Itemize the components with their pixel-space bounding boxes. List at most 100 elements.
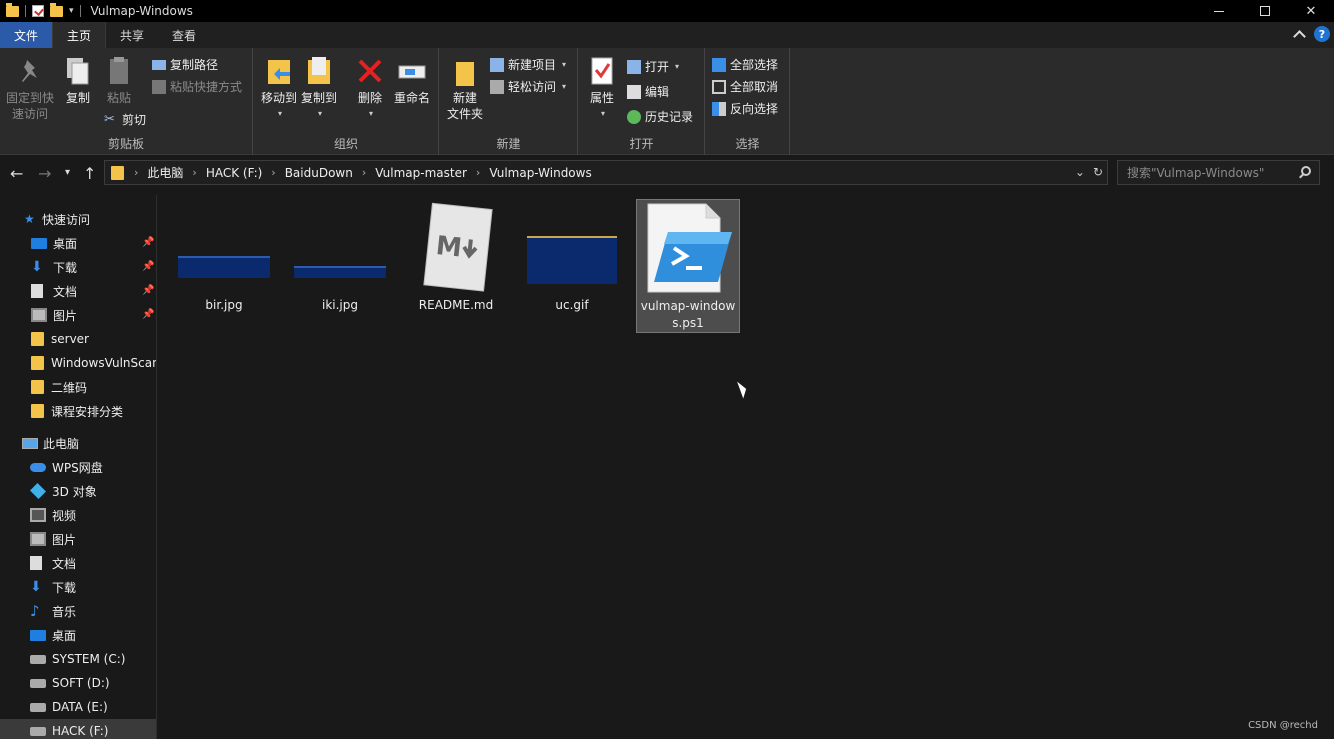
search-box[interactable]: 搜索"Vulmap-Windows" (1117, 160, 1320, 185)
chevron-right-icon[interactable]: › (476, 166, 480, 179)
close-button[interactable]: ✕ (1288, 0, 1334, 22)
copy-path-icon (152, 59, 166, 70)
sidebar-item-course[interactable]: 课程安排分类 (0, 399, 156, 423)
maximize-button[interactable] (1242, 0, 1288, 22)
open-button[interactable]: 打开 ▾ (627, 58, 679, 75)
move-to-button[interactable]: 移动到 ▾ (260, 54, 298, 122)
sidebar-item-desktop[interactable]: 桌面 📌 (0, 231, 156, 255)
sidebar-item-label: server (51, 332, 89, 346)
file-name: README.md (418, 298, 494, 312)
sidebar-item-desktop-pc[interactable]: 桌面 (0, 623, 156, 647)
drive-icon (30, 678, 46, 688)
file-name: iki.jpg (322, 298, 358, 312)
back-button[interactable]: ← (10, 164, 23, 183)
refresh-icon[interactable]: ↻ (1093, 165, 1103, 179)
sidebar-item-3d-objects[interactable]: 3D 对象 (0, 479, 156, 503)
delete-icon (355, 54, 385, 88)
history-button[interactable]: 历史记录 (627, 108, 693, 125)
sidebar-item-downloads-pc[interactable]: ⬇ 下载 (0, 575, 156, 599)
pin-quick-access-button[interactable]: 固定到快 速访问 (4, 54, 56, 122)
breadcrumb-this-pc[interactable]: 此电脑 (147, 164, 183, 181)
sidebar-item-server[interactable]: server (0, 327, 156, 351)
sidebar-item-documents[interactable]: 文档 📌 (0, 279, 156, 303)
up-button[interactable]: ↑ (83, 164, 96, 183)
copy-path-button[interactable]: 复制路径 (152, 56, 218, 73)
recent-locations-button[interactable]: ▾ (65, 167, 70, 178)
search-placeholder: 搜索"Vulmap-Windows" (1127, 166, 1265, 180)
new-item-button[interactable]: 新建项目 ▾ (490, 56, 566, 73)
download-icon: ⬇ (31, 259, 43, 275)
breadcrumb-hack-drive[interactable]: HACK (F:) (206, 166, 262, 180)
breadcrumb-baidudown[interactable]: BaiduDown (285, 166, 353, 180)
paste-shortcut-label: 粘贴快捷方式 (170, 80, 243, 94)
desktop-icon (30, 629, 46, 641)
delete-button[interactable]: 删除 ▾ (354, 54, 386, 122)
paste-shortcut-button[interactable]: 粘贴快捷方式 (152, 78, 242, 95)
tab-file[interactable]: 文件 (0, 22, 52, 48)
file-item-vulmap-windows[interactable]: vulmap-windows.ps1 (636, 199, 740, 333)
sidebar-item-qrcode[interactable]: 二维码 (0, 375, 156, 399)
breadcrumb-vulmap-windows[interactable]: Vulmap-Windows (489, 166, 591, 180)
forward-button[interactable]: → (38, 164, 51, 183)
sidebar-item-pictures[interactable]: 图片 📌 (0, 303, 156, 327)
sidebar-item-drive-c[interactable]: SYSTEM (C:) (0, 647, 156, 671)
new-folder-icon[interactable] (50, 2, 63, 17)
sidebar-item-music[interactable]: ♪ 音乐 (0, 599, 156, 623)
tab-view[interactable]: 查看 (158, 22, 210, 48)
sidebar-item-documents-pc[interactable]: 文档 (0, 551, 156, 575)
paste-button[interactable]: 粘贴 (102, 54, 136, 106)
file-item-readme[interactable]: M README.md (404, 199, 508, 333)
up-arrow-icon: ↑ (83, 164, 97, 183)
minimize-button[interactable] (1196, 0, 1242, 22)
copy-to-button[interactable]: 复制到 ▾ (300, 54, 338, 122)
edit-button[interactable]: 编辑 (627, 83, 669, 100)
clipboard-group-label: 剪贴板 (107, 137, 144, 151)
sidebar-item-videos[interactable]: 视频 (0, 503, 156, 527)
collapse-ribbon-icon[interactable] (1293, 29, 1306, 43)
search-icon[interactable] (1301, 166, 1311, 176)
breadcrumb-vulmap-master[interactable]: Vulmap-master (375, 166, 467, 180)
file-item-bir[interactable]: bir.jpg (172, 199, 276, 333)
invert-selection-button[interactable]: 反向选择 (712, 100, 778, 117)
divider (79, 5, 81, 17)
easy-access-button[interactable]: 轻松访问 ▾ (490, 78, 566, 95)
sidebar-item-drive-e[interactable]: DATA (E:) (0, 695, 156, 719)
window-title: Vulmap-Windows (90, 4, 193, 18)
sidebar-item-wps-cloud[interactable]: WPS网盘 (0, 455, 156, 479)
rename-button[interactable]: 重命名 (392, 54, 432, 106)
address-bar[interactable]: › 此电脑 › HACK (F:) › BaiduDown › Vulmap-m… (104, 160, 1108, 185)
clipboard-group: 固定到快 速访问 复制 粘贴 复制路径 粘贴快捷方式 ✂ 剪切 剪贴板 (0, 48, 253, 155)
image-thumbnail (292, 199, 388, 295)
tab-share[interactable]: 共享 (106, 22, 158, 48)
file-item-uc[interactable]: uc.gif (520, 199, 624, 333)
sidebar-item-pictures-pc[interactable]: 图片 (0, 527, 156, 551)
tab-home[interactable]: 主页 (52, 22, 107, 48)
open-icon (627, 59, 641, 74)
select-none-button[interactable]: 全部取消 (712, 78, 778, 95)
folder-icon[interactable] (6, 2, 19, 17)
address-history-dropdown-icon[interactable]: ⌄ (1075, 165, 1085, 179)
chevron-right-icon[interactable]: › (192, 166, 196, 179)
image-thumbnail (524, 199, 620, 295)
copy-button[interactable]: 复制 (62, 54, 94, 106)
sidebar-quick-access-label: 快速访问 (42, 212, 91, 227)
file-item-iki[interactable]: iki.jpg (288, 199, 392, 333)
sidebar-quick-access[interactable]: ★ 快速访问 (0, 207, 156, 231)
cut-button[interactable]: ✂ 剪切 (104, 111, 146, 128)
minimize-icon (1214, 10, 1224, 12)
chevron-right-icon[interactable]: › (362, 166, 366, 179)
new-folder-button[interactable]: 新建 文件夹 (444, 54, 486, 122)
sidebar-item-windowsvulnscan[interactable]: WindowsVulnScan (0, 351, 156, 375)
select-all-button[interactable]: 全部选择 (712, 56, 778, 73)
properties-button[interactable]: 属性 ▾ (585, 54, 619, 122)
sidebar-item-downloads[interactable]: ⬇ 下载 📌 (0, 255, 156, 279)
sidebar-item-drive-d[interactable]: SOFT (D:) (0, 671, 156, 695)
customize-toolbar-icon[interactable]: ▾ (69, 6, 74, 16)
help-icon[interactable]: ? (1314, 26, 1330, 42)
properties-icon[interactable] (32, 5, 44, 17)
sidebar-item-label: HACK (F:) (52, 724, 109, 738)
chevron-right-icon[interactable]: › (271, 166, 275, 179)
sidebar-this-pc[interactable]: 此电脑 (0, 431, 156, 455)
sidebar-item-drive-f[interactable]: HACK (F:) (0, 719, 156, 739)
image-thumbnail (176, 199, 272, 295)
